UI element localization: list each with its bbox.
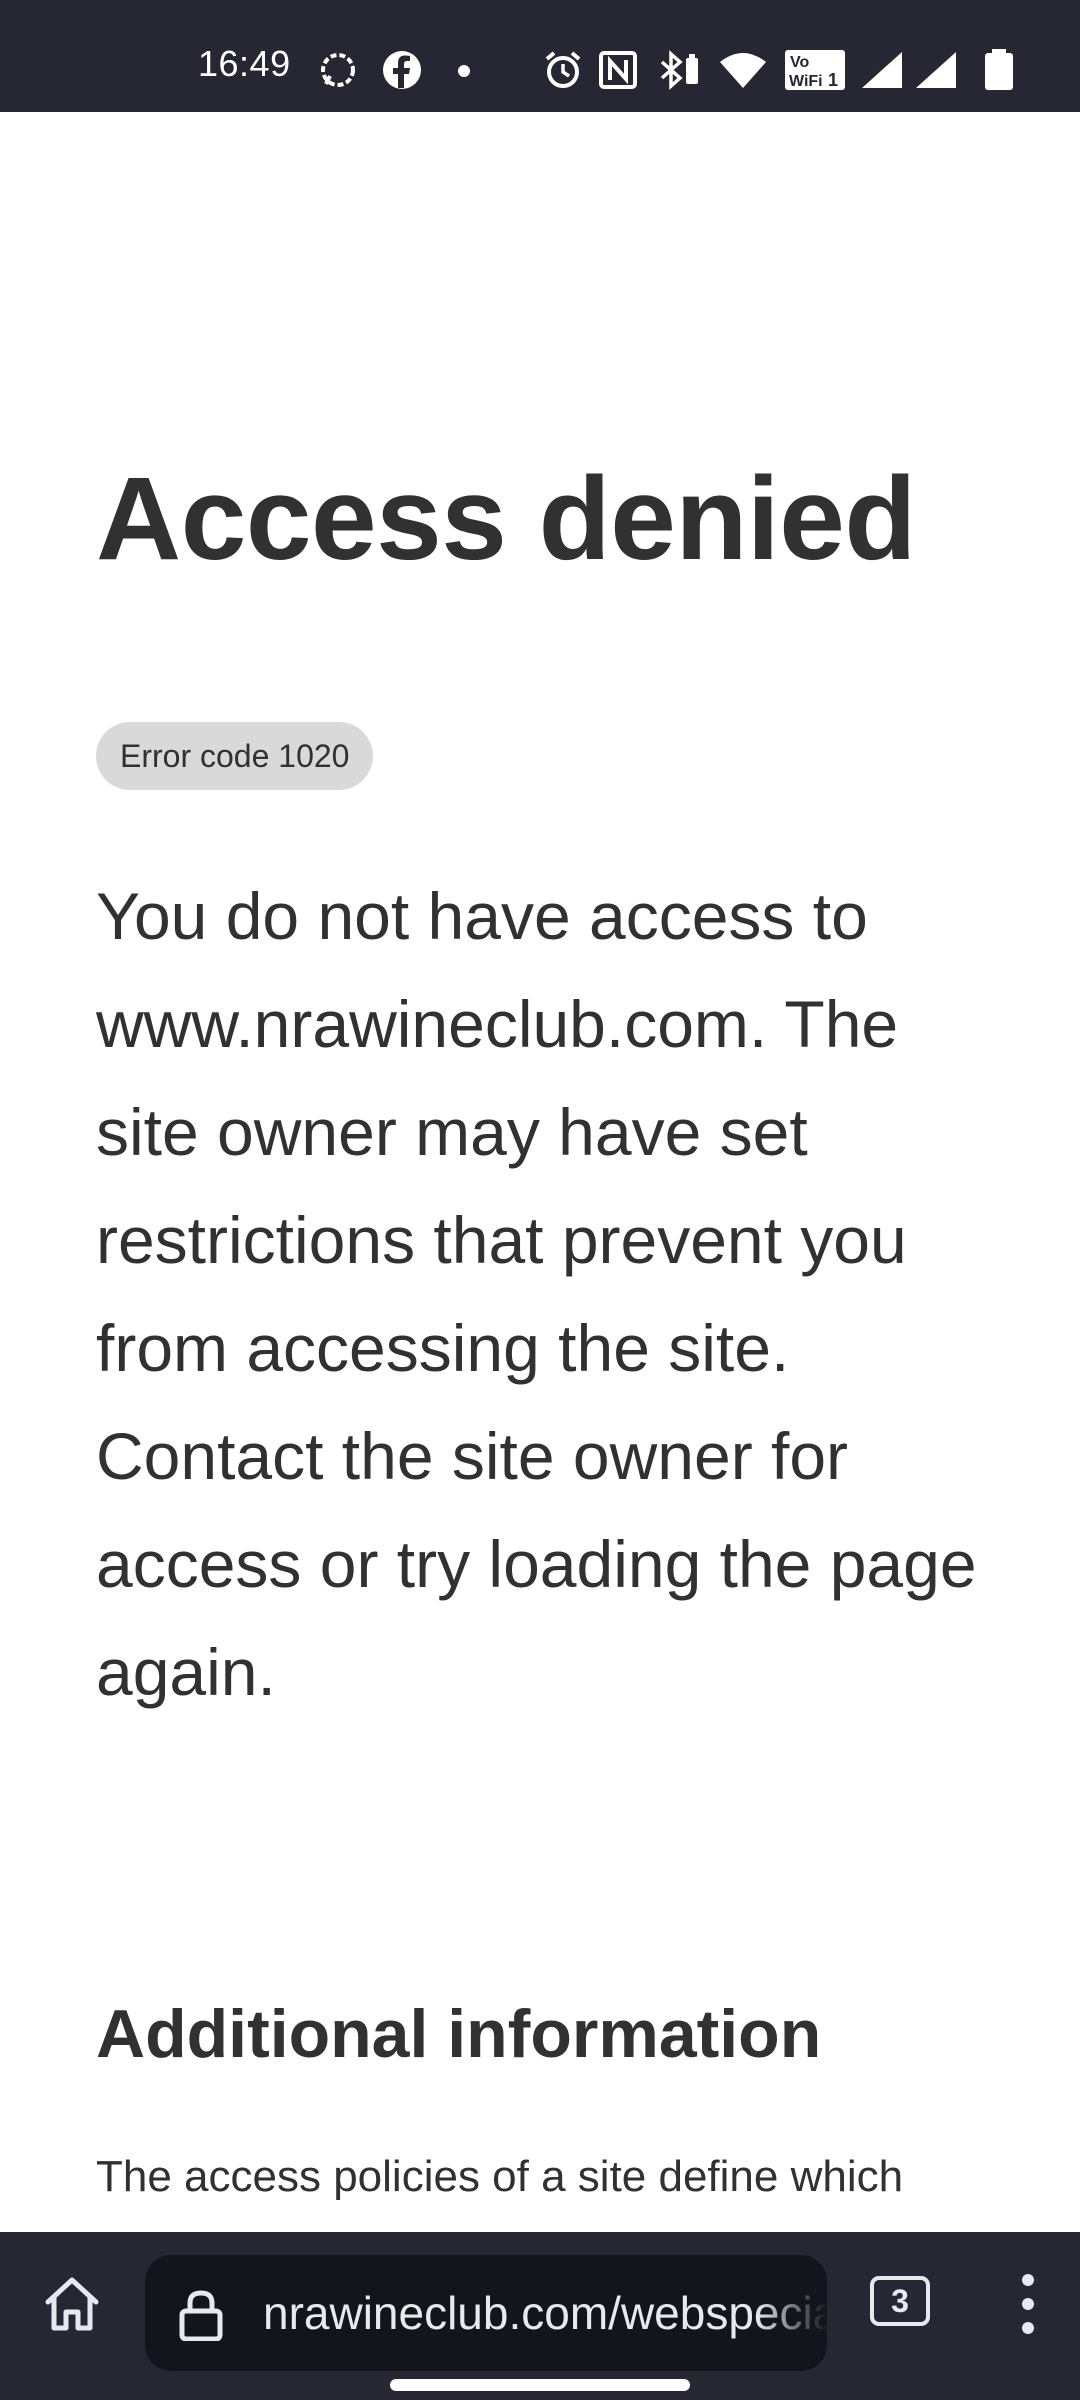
home-icon — [45, 2277, 99, 2331]
status-bar: 16:49 Vo WiFi 1 — [0, 0, 1080, 112]
wifi-icon — [718, 50, 768, 90]
additional-information-text: The access policies of a site define whi… — [96, 2152, 904, 2201]
signal-messenger-icon — [318, 50, 358, 90]
cell-signal-icon — [860, 50, 904, 90]
address-bar[interactable]: nrawineclub.com/webspecials — [145, 2255, 827, 2371]
facebook-icon — [382, 50, 422, 90]
more-options-button[interactable] — [1000, 2264, 1056, 2344]
battery-icon — [984, 49, 1014, 90]
gesture-navigation-bar[interactable] — [390, 2379, 690, 2391]
bluetooth-battery-icon — [656, 50, 702, 90]
tab-switcher-button[interactable]: 3 — [870, 2276, 930, 2326]
status-time: 16:49 — [198, 43, 291, 84]
error-code-badge: Error code 1020 — [96, 722, 374, 790]
alarm-icon — [542, 50, 584, 90]
browser-toolbar: nrawineclub.com/webspecials 3 — [0, 2232, 1080, 2400]
vowifi-icon: Vo WiFi 1 — [784, 50, 846, 90]
nfc-icon — [598, 50, 638, 90]
page-title: Access denied — [96, 453, 916, 585]
svg-text:WiFi: WiFi — [789, 73, 823, 90]
url-text[interactable]: nrawineclub.com/webspecials — [263, 2283, 827, 2343]
svg-text:Vo: Vo — [790, 54, 809, 71]
access-denied-message: You do not have access to www.nrawineclu… — [96, 879, 977, 1709]
home-button[interactable] — [32, 2264, 112, 2344]
more-vert-icon — [1022, 2274, 1034, 2334]
url-fade — [757, 2255, 827, 2371]
svg-text:1: 1 — [828, 70, 838, 90]
cell-signal-2-icon — [914, 50, 958, 90]
additional-information-heading: Additional information — [96, 1996, 822, 2072]
notification-dot-icon — [454, 50, 474, 90]
lock-icon[interactable] — [175, 2289, 227, 2341]
